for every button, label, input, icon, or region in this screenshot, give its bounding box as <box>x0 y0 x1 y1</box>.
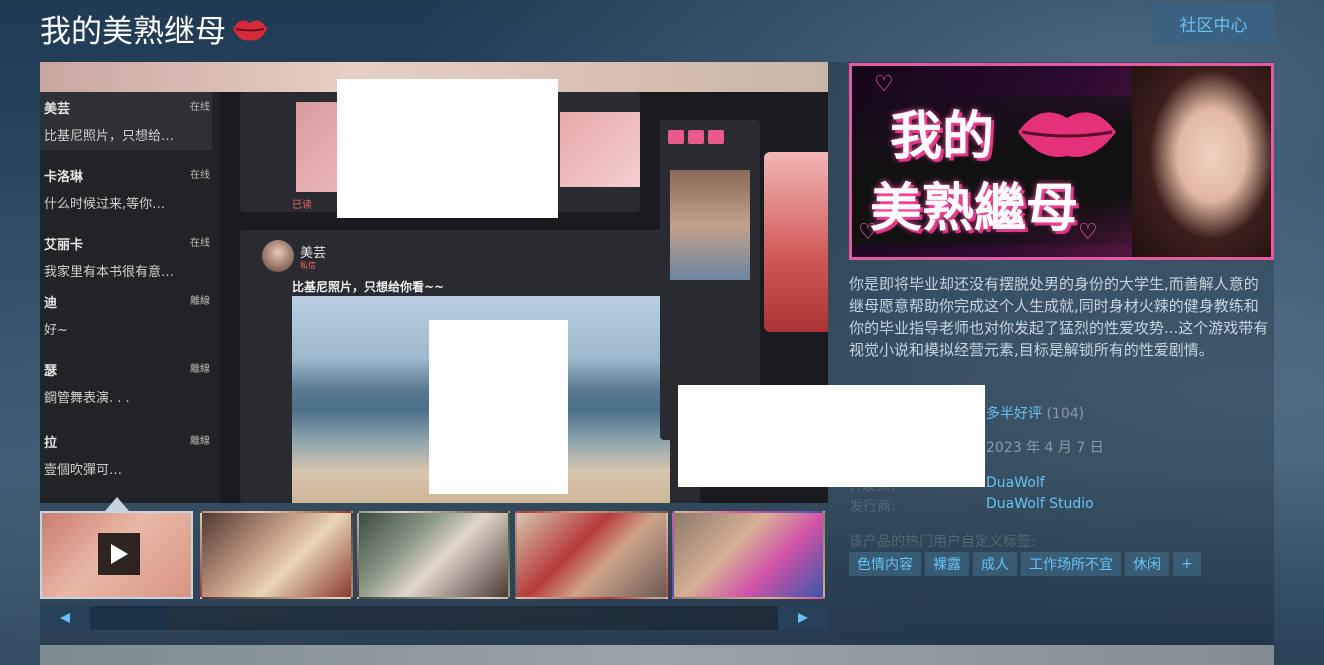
chat-item: 艾丽卡 在线 我家里有本书很有意… <box>44 234 216 280</box>
lips-icon <box>233 20 267 41</box>
post-tag: 私信 <box>300 261 316 270</box>
bottom-section-strip <box>40 645 1274 665</box>
chat-item: 美芸 在线 比基尼照片，只想给… <box>44 98 216 144</box>
chat-status: 在线 <box>190 170 210 181</box>
chat-item: 瑟 離線 鋼管舞表演. . . <box>44 360 216 406</box>
heart-icon: ♡ <box>1078 220 1098 245</box>
chat-message: 什么时候过来,等你… <box>44 197 166 212</box>
chat-status: 在线 <box>190 238 210 249</box>
page-title: 我的美熟继母 <box>40 6 270 51</box>
chat-message: 比基尼照片，只想给… <box>44 129 175 144</box>
chat-status: 在线 <box>190 102 210 113</box>
add-tag-button[interactable]: + <box>1173 552 1201 576</box>
chat-item: 迪 離線 好~ <box>44 292 216 338</box>
publisher-label: 发行商: <box>849 499 896 515</box>
community-hub-button[interactable]: 社区中心 <box>1153 2 1274 44</box>
tag-item[interactable]: 工作场所不宜 <box>1021 552 1121 576</box>
game-title-text: 我的美熟继母 <box>40 14 226 50</box>
post-text: 比基尼照片，只想给你看~~ <box>292 280 445 294</box>
chat-message: 壹個吹彈可… <box>44 463 123 478</box>
review-count: (104) <box>1046 406 1085 422</box>
chat-message: 我家里有本书很有意… <box>44 265 175 280</box>
chat-list-panel: 美芸 在线 比基尼照片，只想给… 卡洛琳 在线 什么时候过来,等你… 艾丽卡 在… <box>40 92 220 503</box>
thumbnail-strip <box>40 511 828 599</box>
chat-message: 鋼管舞表演. . . <box>44 391 130 406</box>
active-thumb-caret <box>105 497 129 511</box>
scrollbar-thumb[interactable] <box>90 606 170 630</box>
tag-item[interactable]: 裸露 <box>925 552 969 576</box>
redacted-block <box>429 320 568 494</box>
character-portrait <box>1132 66 1271 257</box>
review-summary[interactable]: 多半好评 (104) <box>986 403 1084 423</box>
release-date: 2023 年 4 月 7 日 <box>986 440 1104 456</box>
capsule-title-line2: 美熟繼母 <box>870 179 1079 239</box>
scroll-right-button[interactable] <box>778 606 828 630</box>
tag-list: 色情内容 裸露 成人 工作场所不宜 休闲 + <box>849 552 1201 576</box>
scroll-left-button[interactable] <box>40 606 90 630</box>
arrow-left-icon <box>60 613 70 623</box>
side-photo <box>670 170 750 280</box>
side-image <box>764 152 828 332</box>
chat-status: 離線 <box>190 296 210 307</box>
game-capsule-image: ♡ ♡ ♡ 我的 美熟繼母 <box>849 63 1274 260</box>
read-receipt: 已读 <box>292 200 312 211</box>
developer-link[interactable]: DuaWolf <box>986 475 1045 491</box>
tab-marker <box>688 130 704 144</box>
thumbnail-scrollbar[interactable] <box>40 606 828 630</box>
chat-status: 離線 <box>190 436 210 447</box>
review-summary-link[interactable]: 多半好评 <box>986 406 1042 422</box>
tab-marker <box>668 130 684 144</box>
thumbnail-screenshot[interactable] <box>672 511 825 599</box>
chat-message: 好~ <box>44 323 68 338</box>
thumbnail-screenshot[interactable] <box>200 511 353 599</box>
chat-item: 卡洛琳 在线 什么时候过来,等你… <box>44 166 216 212</box>
thumbnail-screenshot[interactable] <box>515 511 668 599</box>
avatar <box>262 240 294 272</box>
thumbnail-video[interactable] <box>40 511 193 599</box>
tag-item[interactable]: 色情内容 <box>849 552 921 576</box>
tag-item[interactable]: 休闲 <box>1125 552 1169 576</box>
tab-marker <box>708 130 724 144</box>
game-description: 你是即将毕业却还没有摆脱处男的身份的大学生,而善解人意的继母愿意帮助你完成这个人… <box>849 275 1269 359</box>
post-author: 美芸 <box>300 246 327 261</box>
thumbnail-screenshot[interactable] <box>357 511 510 599</box>
play-icon <box>98 533 140 575</box>
capsule-title-line1: 我的 <box>890 107 995 167</box>
publisher-link[interactable]: DuaWolf Studio <box>986 496 1094 512</box>
tag-item[interactable]: 成人 <box>973 552 1017 576</box>
photo-thumbnail <box>560 112 640 187</box>
lips-icon <box>1018 112 1116 157</box>
redacted-block <box>678 385 985 487</box>
redacted-block <box>337 79 558 218</box>
tags-label: 该产品的热门用户自定义标签: <box>849 534 1036 550</box>
chat-item: 拉 離線 壹個吹彈可… <box>44 432 216 478</box>
chat-status: 離線 <box>190 364 210 375</box>
arrow-right-icon <box>798 613 808 623</box>
